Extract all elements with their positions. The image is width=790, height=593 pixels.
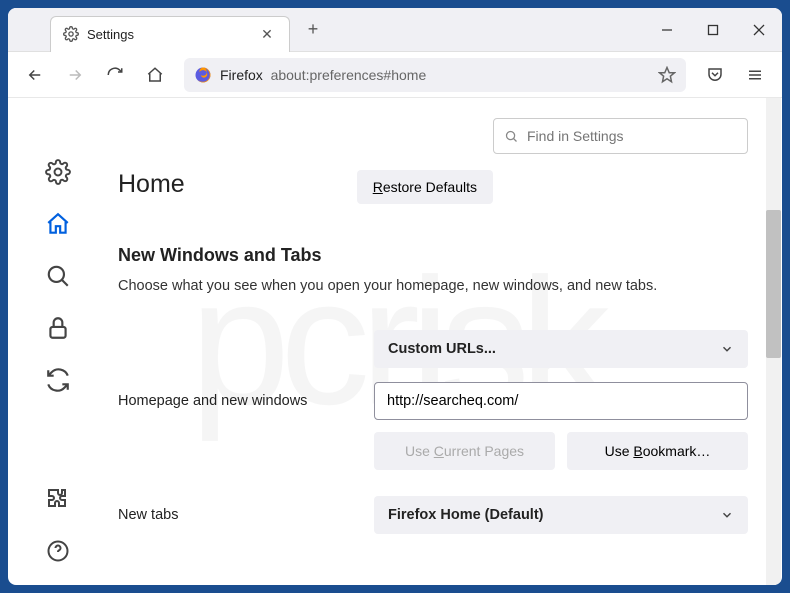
newtabs-select-value: Firefox Home (Default) <box>388 507 544 523</box>
homepage-select[interactable]: Custom URLs... <box>374 330 748 368</box>
sidebar-item-home[interactable] <box>44 210 72 238</box>
minimize-button[interactable] <box>644 8 690 52</box>
home-button[interactable] <box>138 58 172 92</box>
newtabs-label: New tabs <box>118 507 358 523</box>
settings-main: Restore Defaults Home New Windows and Ta… <box>108 98 782 585</box>
use-current-pages-button[interactable]: Use Current Pages <box>374 432 555 470</box>
find-in-settings-input[interactable] <box>527 128 737 144</box>
newtabs-select[interactable]: Firefox Home (Default) <box>374 496 748 534</box>
restore-defaults-button[interactable]: Restore Defaults <box>357 170 493 204</box>
url-bar[interactable]: Firefox about:preferences#home <box>184 58 686 92</box>
window: Settings ✕ + Firefox about:preferences#h… <box>8 8 782 585</box>
homepage-select-value: Custom URLs... <box>388 341 496 357</box>
sidebar-item-general[interactable] <box>44 158 72 186</box>
nav-toolbar: Firefox about:preferences#home <box>8 52 782 98</box>
homepage-url-row: Homepage and new windows <box>118 382 748 420</box>
chevron-down-icon <box>720 508 734 522</box>
homepage-button-row: Use Current Pages Use Bookmark… <box>374 432 748 470</box>
chevron-down-icon <box>720 342 734 356</box>
forward-button[interactable] <box>58 58 92 92</box>
newtabs-row: New tabs Firefox Home (Default) <box>118 496 748 534</box>
sidebar-item-privacy[interactable] <box>44 314 72 342</box>
bookmark-star-icon[interactable] <box>658 66 676 84</box>
browser-tab[interactable]: Settings ✕ <box>50 16 290 52</box>
settings-sidebar <box>8 98 108 585</box>
tab-title: Settings <box>87 27 249 42</box>
window-controls <box>644 8 782 52</box>
use-bookmark-button[interactable]: Use Bookmark… <box>567 432 748 470</box>
section-title: New Windows and Tabs <box>118 245 748 266</box>
homepage-and-new-windows-label: Homepage and new windows <box>118 393 358 409</box>
sidebar-item-extensions[interactable] <box>44 485 72 513</box>
sidebar-item-help[interactable] <box>44 537 72 565</box>
close-tab-icon[interactable]: ✕ <box>257 24 277 44</box>
maximize-button[interactable] <box>690 8 736 52</box>
scrollbar-thumb[interactable] <box>766 210 781 358</box>
new-tab-button[interactable]: + <box>296 13 330 47</box>
search-icon <box>504 129 519 144</box>
content-area: pcrisk Restore Defaults Home New Windows… <box>8 98 782 585</box>
back-button[interactable] <box>18 58 52 92</box>
gear-icon <box>63 26 79 42</box>
find-in-settings[interactable] <box>493 118 748 154</box>
sidebar-item-search[interactable] <box>44 262 72 290</box>
reload-button[interactable] <box>98 58 132 92</box>
url-text: Firefox about:preferences#home <box>220 67 426 83</box>
firefox-icon <box>194 66 212 84</box>
pocket-icon[interactable] <box>698 58 732 92</box>
sidebar-item-sync[interactable] <box>44 366 72 394</box>
titlebar: Settings ✕ + <box>8 8 782 52</box>
homepage-row: Custom URLs... <box>118 330 748 368</box>
close-window-button[interactable] <box>736 8 782 52</box>
homepage-url-input[interactable] <box>374 382 748 420</box>
menu-icon[interactable] <box>738 58 772 92</box>
page-title: Home <box>118 170 185 199</box>
section-desc: Choose what you see when you open your h… <box>118 276 748 296</box>
